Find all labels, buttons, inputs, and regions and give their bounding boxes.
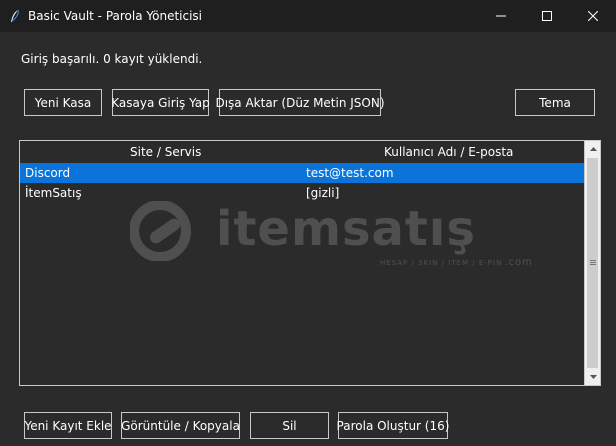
vault-login-button[interactable]: Kasaya Giriş Yap	[111, 89, 210, 116]
watermark-brand: itemsatış	[216, 201, 476, 257]
add-entry-button[interactable]: Yeni Kayıt Ekle	[24, 412, 112, 439]
maximize-button[interactable]	[524, 0, 570, 32]
feather-icon	[11, 9, 19, 22]
grip-line	[590, 260, 596, 261]
entries-table[interactable]: Site / Servis Kullanıcı Adı / E-posta Di…	[19, 140, 601, 386]
minimize-button[interactable]	[478, 0, 524, 32]
grip-line	[590, 262, 596, 263]
table-header: Site / Servis Kullanıcı Adı / E-posta	[20, 141, 584, 163]
column-header-site[interactable]: Site / Servis	[130, 145, 201, 159]
export-json-button[interactable]: Dışa Aktar (Düz Metin JSON)	[215, 89, 385, 116]
arrow-up-icon	[589, 147, 597, 151]
close-button[interactable]	[570, 0, 616, 32]
column-header-user[interactable]: Kullanıcı Adı / E-posta	[384, 145, 513, 159]
scroll-down-button[interactable]	[585, 369, 600, 385]
table-row[interactable]: Discord test@test.com	[20, 163, 584, 183]
table-row[interactable]: İtemSatış [gizli]	[20, 183, 584, 203]
cell-site: Discord	[25, 166, 71, 180]
watermark-logo: itemsatış HESAP / SKIN / ITEM / E-PIN .co…	[130, 201, 532, 271]
cell-user: [gizli]	[306, 186, 340, 200]
minimize-icon	[496, 15, 506, 17]
maximize-icon	[542, 11, 552, 21]
arrow-down-icon	[589, 375, 597, 379]
theme-button[interactable]: Tema	[515, 89, 595, 116]
watermark-tagline: HESAP / SKIN / ITEM / E-PIN .com	[380, 257, 533, 268]
grip-line	[590, 264, 596, 265]
chain-link-icon	[130, 201, 191, 261]
new-vault-button[interactable]: Yeni Kasa	[24, 89, 102, 116]
view-copy-button[interactable]: Görüntüle / Kopyala	[121, 412, 240, 439]
title-bar[interactable]: Basic Vault - Parola Yöneticisi	[0, 0, 616, 32]
window-title: Basic Vault - Parola Yöneticisi	[28, 9, 203, 23]
status-label: Giriş başarılı. 0 kayıt yüklendi.	[21, 52, 203, 66]
window-client-area: Giriş başarılı. 0 kayıt yüklendi. Yeni K…	[0, 32, 616, 446]
generate-password-button[interactable]: Parola Oluştur (16)	[337, 412, 449, 439]
cell-user: test@test.com	[306, 166, 394, 180]
cell-site: İtemSatış	[25, 186, 82, 200]
scroll-up-button[interactable]	[585, 141, 600, 157]
delete-button[interactable]: Sil	[250, 412, 329, 439]
vertical-scrollbar[interactable]	[584, 141, 600, 385]
scroll-thumb[interactable]	[587, 158, 598, 368]
close-icon	[588, 11, 598, 21]
